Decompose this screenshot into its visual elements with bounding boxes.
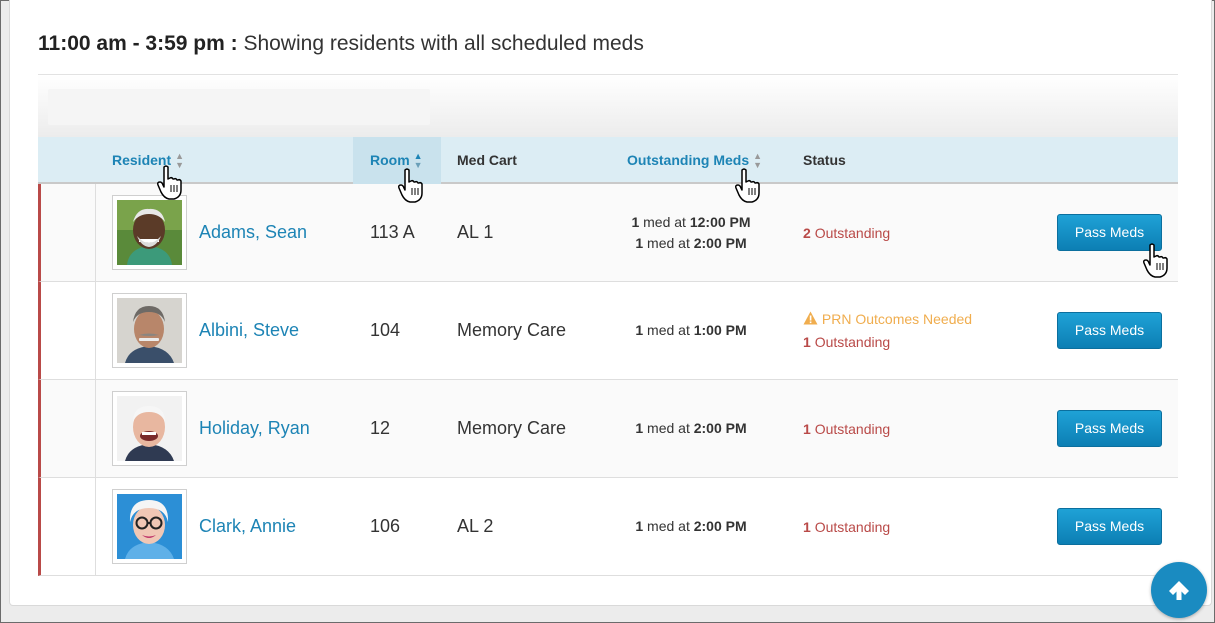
page-title: 11:00 am - 3:59 pm : Showing residents w… <box>38 32 644 56</box>
resident-photo <box>117 298 182 363</box>
time-range: 11:00 am - 3:59 pm : <box>38 32 238 55</box>
avatar <box>112 489 187 564</box>
med-line: 1 med at 2:00 PM <box>635 235 747 251</box>
outstanding-status: 1 Outstanding <box>803 334 891 350</box>
outstanding-status: 1 Outstanding <box>803 421 891 437</box>
column-header-outstanding-meds[interactable]: Outstanding Meds ▲ ▼ <box>627 137 762 184</box>
med-line: 1 med at 2:00 PM <box>635 420 747 436</box>
pass-meds-button[interactable]: Pass Meds <box>1057 214 1162 251</box>
room-number: 113 A <box>370 222 415 242</box>
column-label-room: Room <box>370 152 410 168</box>
filter-toolbar <box>38 75 1178 137</box>
column-label-med-cart: Med Cart <box>457 152 517 168</box>
page-description: Showing residents with all scheduled med… <box>243 32 644 55</box>
table-header: Resident ▲ ▼ Room ▲ ▼ Med Cart Outstanding M… <box>38 137 1178 184</box>
avatar <box>112 293 187 368</box>
prn-status: PRN Outcomes Needed <box>803 308 972 331</box>
med-line: 1 med at 2:00 PM <box>635 518 747 534</box>
outstanding-meds: 1 med at 2:00 PM <box>601 418 781 439</box>
sort-icon: ▲ ▼ <box>413 151 423 171</box>
row-gutter <box>41 184 96 281</box>
room-number: 106 <box>370 516 401 536</box>
table-row: Holiday, Ryan 12 Memory Care 1 med at 2:… <box>38 380 1178 478</box>
column-header-resident[interactable]: Resident ▲ ▼ <box>112 137 184 184</box>
outstanding-meds: 1 med at 2:00 PM <box>601 516 781 537</box>
resident-name-link[interactable]: Holiday, Ryan <box>199 418 310 439</box>
column-header-med-cart: Med Cart <box>457 137 517 184</box>
table-row: Clark, Annie 106 AL 2 1 med at 2:00 PM 1… <box>38 478 1178 576</box>
outstanding-meds: 1 med at 1:00 PM <box>601 320 781 341</box>
sort-icon: ▲ ▼ <box>175 151 185 171</box>
med-cart: Memory Care <box>457 320 567 340</box>
avatar <box>112 195 187 270</box>
pass-meds-button[interactable]: Pass Meds <box>1057 312 1162 349</box>
avatar <box>112 391 187 466</box>
status-cell: 1 Outstanding <box>803 418 890 441</box>
med-cart: AL 1 <box>457 222 494 242</box>
resident-photo <box>117 200 182 265</box>
med-cart: AL 2 <box>457 516 494 536</box>
row-gutter <box>41 478 96 575</box>
table-row: Albini, Steve 104 Memory Care 1 med at 1… <box>38 282 1178 380</box>
column-label-status: Status <box>803 152 846 168</box>
column-label-resident: Resident <box>112 152 172 168</box>
med-cart: Memory Care <box>457 418 567 438</box>
med-line: 1 med at 1:00 PM <box>635 322 747 338</box>
status-cell: 2 Outstanding <box>803 222 890 245</box>
warning-icon <box>803 311 818 325</box>
row-gutter <box>41 282 96 379</box>
outstanding-status: 2 Outstanding <box>803 225 891 241</box>
filter-area[interactable] <box>48 89 430 125</box>
column-header-status: Status <box>803 137 846 184</box>
med-line: 1 med at 12:00 PM <box>631 214 751 230</box>
resident-name-link[interactable]: Clark, Annie <box>199 516 296 537</box>
status-cell: 1 Outstanding <box>803 516 890 539</box>
room-number: 12 <box>370 418 391 438</box>
pass-meds-button[interactable]: Pass Meds <box>1057 410 1162 447</box>
row-gutter <box>41 380 96 477</box>
column-label-outstanding-meds: Outstanding Meds <box>627 152 750 168</box>
room-number: 104 <box>370 320 401 340</box>
table-row: Adams, Sean 113 A AL 1 1 med at 12:00 PM… <box>38 184 1178 282</box>
resident-photo <box>117 396 182 461</box>
arrow-up-icon <box>1169 581 1189 600</box>
resident-photo <box>117 494 182 559</box>
pass-meds-button[interactable]: Pass Meds <box>1057 508 1162 545</box>
outstanding-meds: 1 med at 12:00 PM 1 med at 2:00 PM <box>601 212 781 254</box>
resident-name-link[interactable]: Adams, Sean <box>199 222 307 243</box>
sort-icon: ▲ ▼ <box>753 151 763 171</box>
outstanding-status: 1 Outstanding <box>803 519 891 535</box>
resident-name-link[interactable]: Albini, Steve <box>199 320 299 341</box>
column-header-room[interactable]: Room ▲ ▼ <box>353 137 441 184</box>
status-cell: PRN Outcomes Needed 1 Outstanding <box>803 308 972 354</box>
scroll-to-top-button[interactable] <box>1151 562 1207 618</box>
